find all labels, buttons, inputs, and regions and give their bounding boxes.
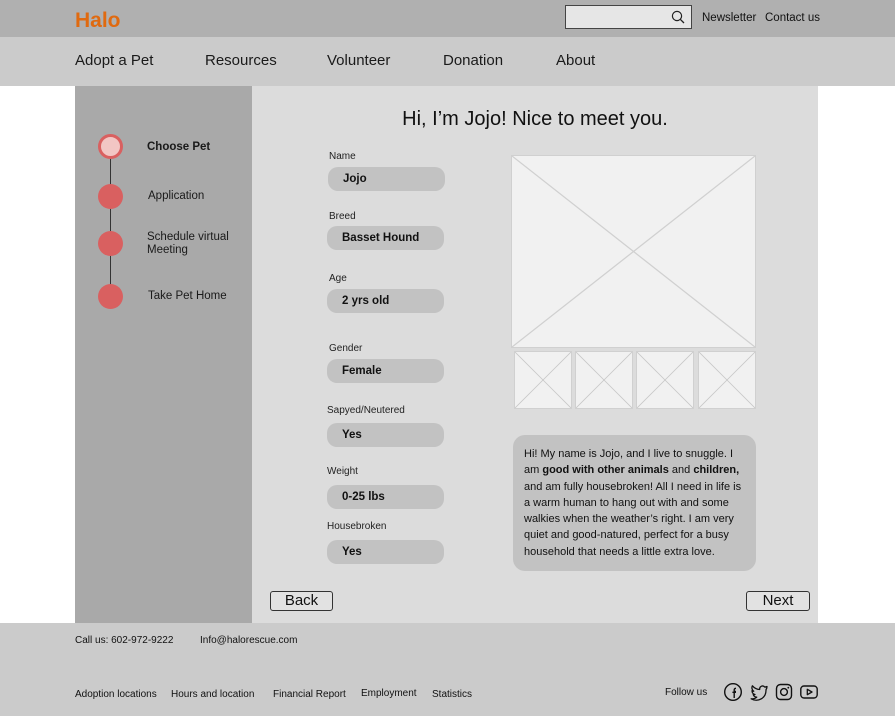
pet-main-photo[interactable] bbox=[511, 155, 756, 348]
step-dot-choose-pet[interactable] bbox=[98, 134, 123, 159]
nav-volunteer[interactable]: Volunteer bbox=[327, 52, 390, 69]
search-icon[interactable] bbox=[671, 10, 685, 24]
pet-thumbnail[interactable] bbox=[575, 351, 633, 409]
nav-resources[interactable]: Resources bbox=[205, 52, 277, 69]
pet-thumbnail[interactable] bbox=[514, 351, 572, 409]
step-label-choose-pet[interactable]: Choose Pet bbox=[147, 141, 210, 154]
progress-sidebar bbox=[75, 86, 252, 623]
nav-adopt-a-pet[interactable]: Adopt a Pet bbox=[75, 52, 153, 69]
housebroken-value: Yes bbox=[327, 540, 444, 564]
next-button[interactable]: Next bbox=[746, 591, 810, 611]
footer-link-adoption-locations[interactable]: Adoption locations bbox=[75, 689, 157, 700]
contact-us-link[interactable]: Contact us bbox=[765, 12, 820, 24]
instagram-icon[interactable] bbox=[774, 682, 794, 702]
name-label: Name bbox=[329, 151, 356, 162]
footer-link-financial-report[interactable]: Financial Report bbox=[273, 689, 346, 700]
image-placeholder-icon bbox=[512, 156, 755, 347]
age-value: 2 yrs old bbox=[327, 289, 444, 313]
progress-line bbox=[110, 148, 111, 296]
spayed-neutered-value: Yes bbox=[327, 423, 444, 447]
housebroken-label: Housebroken bbox=[327, 521, 387, 532]
breed-label: Breed bbox=[329, 211, 356, 222]
logo[interactable]: Halo bbox=[75, 9, 121, 33]
step-label-application[interactable]: Application bbox=[148, 190, 204, 203]
follow-us-label: Follow us bbox=[665, 687, 708, 698]
search-input[interactable] bbox=[565, 5, 692, 29]
nav-about[interactable]: About bbox=[556, 52, 595, 69]
nav-donation[interactable]: Donation bbox=[443, 52, 503, 69]
step-dot-take-pet-home[interactable] bbox=[98, 284, 123, 309]
footer-link-statistics[interactable]: Statistics bbox=[432, 689, 472, 700]
step-label-take-pet-home[interactable]: Take Pet Home bbox=[148, 290, 227, 303]
step-label-schedule-meeting[interactable]: Schedule virtual Meeting bbox=[147, 231, 242, 257]
footer-link-hours-location[interactable]: Hours and location bbox=[171, 689, 254, 700]
youtube-icon[interactable] bbox=[799, 682, 819, 702]
bio-highlight: children, bbox=[693, 464, 740, 477]
main-nav: Adopt a Pet Resources Volunteer Donation… bbox=[0, 37, 895, 86]
image-placeholder-icon bbox=[576, 352, 632, 408]
image-placeholder-icon bbox=[637, 352, 693, 408]
bio-text: and bbox=[668, 464, 694, 477]
pet-bio: Hi! My name is Jojo, and I live to snugg… bbox=[513, 435, 756, 571]
back-button[interactable]: Back bbox=[270, 591, 333, 611]
weight-value: 0-25 lbs bbox=[327, 485, 444, 509]
newsletter-link[interactable]: Newsletter bbox=[702, 12, 756, 24]
page-title: Hi, I’m Jojo! Nice to meet you. bbox=[402, 108, 668, 130]
age-label: Age bbox=[329, 273, 347, 284]
gender-value: Female bbox=[327, 359, 444, 383]
pet-thumbnail[interactable] bbox=[698, 351, 756, 409]
image-placeholder-icon bbox=[699, 352, 755, 408]
image-placeholder-icon bbox=[515, 352, 571, 408]
footer-phone[interactable]: Call us: 602-972-9222 bbox=[75, 635, 173, 646]
twitter-icon[interactable] bbox=[749, 682, 769, 702]
bio-text: and am fully housebroken! All I need in … bbox=[524, 480, 742, 558]
footer-email[interactable]: Info@halorescue.com bbox=[200, 635, 297, 646]
bio-highlight: good with other animals bbox=[542, 464, 669, 477]
breed-value: Basset Hound bbox=[327, 226, 444, 250]
facebook-icon[interactable] bbox=[723, 682, 743, 702]
step-dot-application[interactable] bbox=[98, 184, 123, 209]
spayed-neutered-label: Sapyed/Neutered bbox=[327, 405, 405, 416]
step-dot-schedule-meeting[interactable] bbox=[98, 231, 123, 256]
footer-link-employment[interactable]: Employment bbox=[361, 688, 417, 699]
gender-label: Gender bbox=[329, 343, 363, 354]
name-value: Jojo bbox=[328, 167, 445, 191]
top-header bbox=[0, 0, 895, 37]
pet-thumbnail[interactable] bbox=[636, 351, 694, 409]
weight-label: Weight bbox=[327, 466, 358, 477]
